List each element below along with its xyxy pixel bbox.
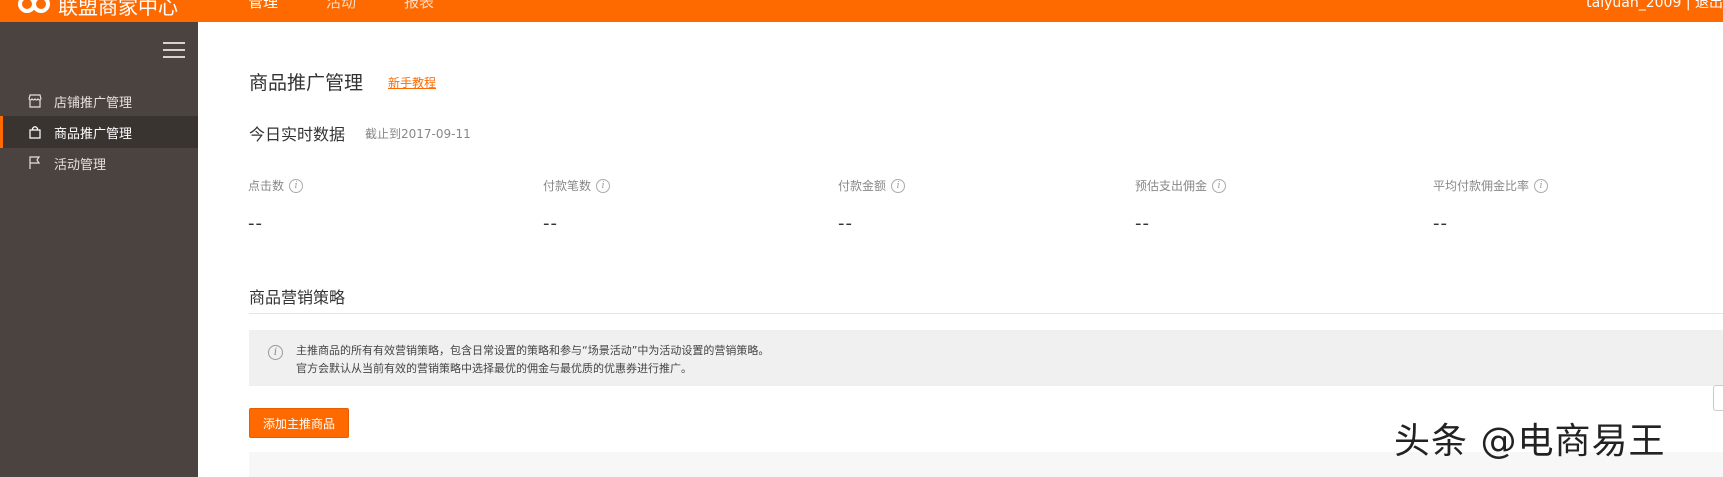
flag-icon — [28, 156, 42, 170]
stat-label: 平均付款佣金比率 — [1433, 179, 1530, 193]
sidebar-item-product-promotion[interactable]: 商品推广管理 — [0, 116, 198, 148]
stat-value: -- — [248, 213, 263, 234]
strategy-title: 商品营销策略 — [249, 288, 346, 307]
info-icon: i — [268, 345, 283, 360]
stat-value: -- — [838, 213, 853, 234]
stat-clicks: 点击数 i -- — [248, 177, 304, 234]
tutorial-link[interactable]: 新手教程 — [388, 74, 436, 91]
stat-value: -- — [1135, 213, 1150, 234]
info-icon[interactable]: i — [289, 178, 304, 193]
section-divider — [249, 313, 1723, 314]
logo-icon — [18, 0, 52, 17]
sidebar-item-activity-manage[interactable]: 活动管理 — [0, 147, 198, 179]
stat-average-commission-rate: 平均付款佣金比率 i -- — [1433, 177, 1549, 234]
sidebar-item-label: 店铺推广管理 — [54, 95, 133, 111]
hamburger-menu-icon[interactable] — [163, 42, 185, 58]
add-featured-product-button[interactable]: 添加主推商品 — [249, 408, 349, 438]
realtime-data-title: 今日实时数据 — [249, 125, 346, 144]
sidebar-item-label: 商品推广管理 — [54, 126, 133, 142]
stat-label: 预估支出佣金 — [1135, 179, 1208, 193]
info-icon[interactable]: i — [891, 178, 906, 193]
logo[interactable]: 联盟商家中心 — [18, 0, 178, 20]
logo-text: 联盟商家中心 — [58, 0, 178, 19]
nav-tab-report[interactable]: 报表 — [404, 0, 434, 12]
user-info[interactable]: taiyuan_2009 | 退出 — [1586, 0, 1723, 12]
stat-label: 付款笔数 — [543, 179, 592, 193]
sidebar-item-store-promotion[interactable]: 店铺推广管理 — [0, 85, 198, 117]
page-title: 商品推广管理 — [249, 72, 364, 94]
info-icon[interactable]: i — [1534, 178, 1549, 193]
info-icon[interactable]: i — [596, 178, 611, 193]
side-drawer-handle[interactable] — [1713, 385, 1723, 411]
stat-payment-count: 付款笔数 i -- — [543, 177, 611, 234]
info-icon[interactable]: i — [1212, 178, 1227, 193]
stat-label: 付款金额 — [838, 179, 887, 193]
sidebar: 店铺推广管理 商品推广管理 活动管理 — [0, 22, 198, 477]
watermark-text: 头条 @电商易王 — [1394, 421, 1666, 462]
main-content: 商品推广管理 新手教程 今日实时数据 截止到2017-09-11 点击数 i --… — [198, 22, 1723, 477]
stat-value: -- — [1433, 213, 1448, 234]
notice-line: 官方会默认从当前有效的营销策略中选择最优的佣金与最优质的优惠券进行推广。 — [296, 362, 692, 375]
stat-payment-amount: 付款金额 i -- — [838, 177, 906, 234]
stat-estimated-commission: 预估支出佣金 i -- — [1135, 177, 1227, 234]
store-icon — [28, 94, 42, 108]
stat-value: -- — [543, 213, 558, 234]
top-bar: 联盟商家中心 管理 活动 报表 taiyuan_2009 | 退出 — [0, 0, 1723, 22]
stat-label: 点击数 — [248, 179, 285, 193]
notice-line: 主推商品的所有有效营销策略，包含日常设置的策略和参与“场景活动”中为活动设置的营… — [296, 344, 770, 357]
strategy-notice: i 主推商品的所有有效营销策略，包含日常设置的策略和参与“场景活动”中为活动设置… — [249, 330, 1723, 386]
top-nav: 管理 活动 报表 — [248, 0, 434, 12]
nav-tab-activity[interactable]: 活动 — [326, 0, 356, 12]
realtime-data-date: 截止到2017-09-11 — [365, 127, 471, 141]
nav-tab-manage[interactable]: 管理 — [248, 0, 278, 12]
sidebar-item-label: 活动管理 — [54, 157, 107, 173]
shopping-bag-icon — [28, 125, 42, 139]
